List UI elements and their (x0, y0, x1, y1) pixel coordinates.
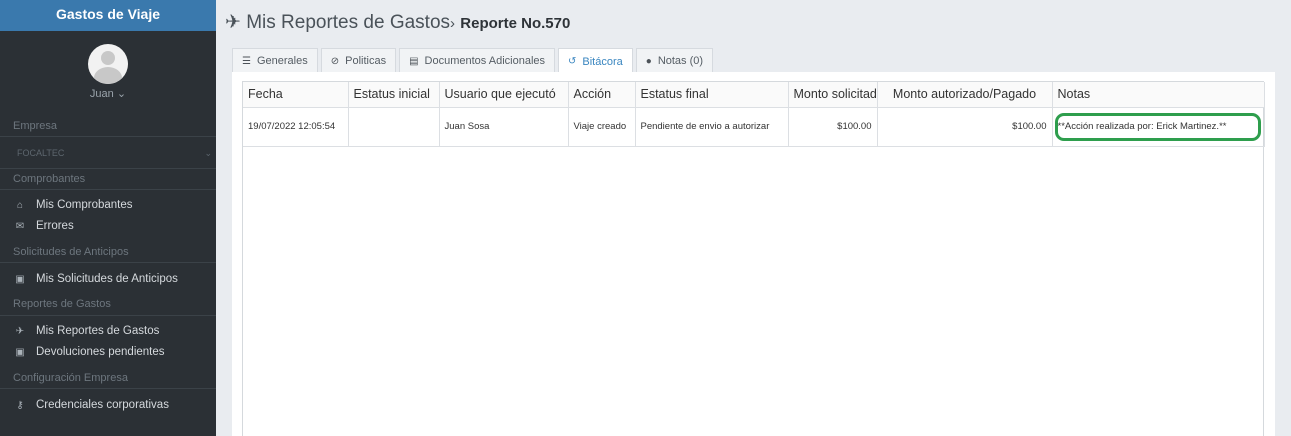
check-circle-icon: ⊘ (330, 55, 340, 67)
sidebar-item-mis-comprobantes[interactable]: ⌂ Mis Comprobantes (13, 199, 133, 211)
tab-politicas[interactable]: ⊘ Politicas (320, 48, 397, 73)
user-menu[interactable]: Juan ⌄ (0, 87, 216, 100)
divider (0, 136, 216, 137)
sidebar-item-mis-reportes[interactable]: ✈ Mis Reportes de Gastos (13, 325, 160, 337)
cell-monto-solicitado: $100.00 (788, 107, 878, 147)
cell-usuario: Juan Sosa (439, 107, 569, 147)
sidebar-item-label: Mis Solicitudes de Anticipos (36, 273, 178, 285)
sidebar-item-label: Errores (36, 220, 74, 232)
bitacora-table: Fecha Estatus inicial Usuario que ejecut… (242, 81, 1265, 436)
cell-notas-text: **Acción realizada por: Erick Martinez.*… (1057, 121, 1227, 132)
main-content: ✈ Mis Reportes de Gastos› Reporte No.570… (216, 0, 1291, 436)
sidebar-item-credenciales[interactable]: ⚷ Credenciales corporativas (13, 399, 169, 411)
sidebar-item-label: Credenciales corporativas (36, 399, 169, 411)
company-select[interactable]: FOCALTEC ⌄ (17, 148, 212, 159)
plane-icon: ✈ (15, 325, 25, 337)
key-icon: ⚷ (16, 399, 24, 411)
column-header-fecha[interactable]: Fecha (243, 82, 349, 108)
money-icon: ▣ (15, 273, 25, 285)
money-icon: ▣ (15, 346, 25, 358)
tab-panel: Fecha Estatus inicial Usuario que ejecut… (232, 72, 1275, 436)
chevron-down-icon: ⌄ (204, 148, 212, 158)
inbox-icon: ⌂ (16, 199, 24, 211)
file-icon: ▤ (409, 55, 419, 67)
cell-estatus-final: Pendiente de envio a autorizar (635, 107, 789, 147)
company-select-value: FOCALTEC (17, 148, 65, 158)
tab-bar: ☰ Generales ⊘ Politicas ▤ Documentos Adi… (232, 48, 716, 74)
cell-estatus-inicial (348, 107, 440, 147)
cell-notas: **Acción realizada por: Erick Martinez.*… (1052, 107, 1265, 147)
divider (0, 388, 216, 389)
sidebar-item-devoluciones[interactable]: ▣ Devoluciones pendientes (13, 346, 165, 358)
section-configuracion: Configuración Empresa (13, 372, 128, 384)
tab-label: Generales (256, 55, 308, 67)
divider (0, 315, 216, 316)
column-header-monto-autorizado[interactable]: Monto autorizado/Pagado (877, 82, 1053, 108)
divider (0, 168, 216, 169)
column-header-accion[interactable]: Acción (568, 82, 636, 108)
page-title: ✈ Mis Reportes de Gastos› Reporte No.570 (225, 11, 570, 34)
sidebar-item-label: Devoluciones pendientes (36, 346, 165, 358)
report-number: Reporte No.570 (460, 15, 571, 32)
cell-monto-autorizado: $100.00 (877, 107, 1053, 147)
breadcrumb-separator: › (450, 15, 456, 32)
sidebar-item-mis-solicitudes[interactable]: ▣ Mis Solicitudes de Anticipos (13, 273, 178, 285)
column-header-estatus-inicial[interactable]: Estatus inicial (348, 82, 440, 108)
tab-label: Notas (0) (657, 55, 704, 67)
divider (0, 189, 216, 190)
column-header-usuario[interactable]: Usuario que ejecutó (439, 82, 569, 108)
envelope-icon: ✉ (15, 220, 25, 232)
comments-icon: ● (645, 55, 652, 67)
sidebar-item-label: Mis Comprobantes (36, 199, 133, 211)
cell-accion: Viaje creado (568, 107, 636, 147)
section-reportes: Reportes de Gastos (13, 298, 111, 310)
page-title-text: Mis Reportes de Gastos (246, 12, 451, 33)
tab-label: Politicas (345, 55, 387, 67)
tab-label: Bitácora (582, 55, 623, 68)
cell-fecha: 19/07/2022 12:05:54 (243, 107, 349, 147)
tab-documentos[interactable]: ▤ Documentos Adicionales (399, 48, 556, 73)
section-comprobantes: Comprobantes (13, 173, 86, 185)
tab-generales[interactable]: ☰ Generales (232, 48, 318, 73)
app-brand[interactable]: Gastos de Viaje (0, 0, 216, 31)
tab-label: Documentos Adicionales (424, 55, 546, 67)
section-solicitudes: Solicitudes de Anticipos (13, 246, 129, 258)
plane-icon: ✈ (225, 12, 241, 33)
column-header-monto-solicitado[interactable]: Monto solicitado (788, 82, 878, 108)
column-header-notas[interactable]: Notas (1052, 82, 1265, 108)
column-header-estatus-final[interactable]: Estatus final (635, 82, 789, 108)
sidebar-item-label: Mis Reportes de Gastos (36, 325, 160, 337)
tab-bitacora[interactable]: ↺ Bitácora (558, 48, 633, 74)
sidebar-item-errores[interactable]: ✉ Errores (13, 220, 74, 232)
sidebar: Gastos de Viaje Juan ⌄ Empresa FOCALTEC … (0, 0, 216, 436)
divider (0, 262, 216, 263)
section-empresa: Empresa (13, 120, 58, 132)
list-icon: ☰ (242, 55, 251, 67)
tab-notas[interactable]: ● Notas (0) (635, 48, 714, 73)
table-header-row: Fecha Estatus inicial Usuario que ejecut… (243, 82, 1265, 108)
avatar[interactable] (88, 44, 128, 84)
table-row[interactable]: 19/07/2022 12:05:54 Juan Sosa Viaje crea… (243, 107, 1265, 147)
history-icon: ↺ (568, 56, 577, 67)
